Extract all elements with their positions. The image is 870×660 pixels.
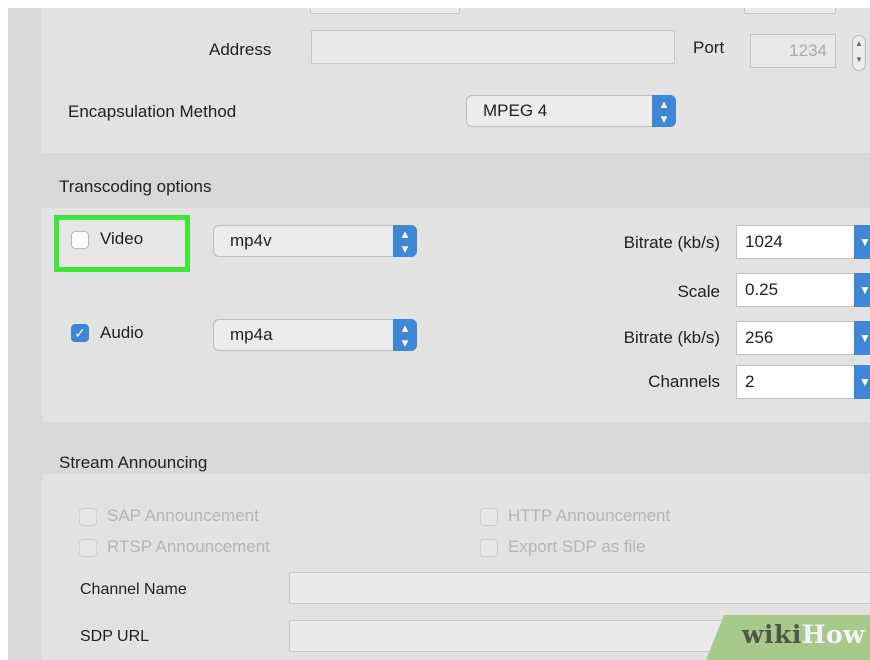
channels-label: Channels bbox=[648, 372, 720, 391]
port-input[interactable]: 1234 bbox=[750, 34, 836, 68]
encapsulation-select[interactable]: MPEG 4 ▴ ▾ bbox=[466, 95, 676, 127]
partial-field-right[interactable] bbox=[744, 8, 836, 14]
audio-bitrate-value: 256 bbox=[745, 328, 774, 347]
video-label: Video bbox=[100, 229, 144, 248]
address-label: Address bbox=[209, 40, 272, 59]
video-bitrate-value: 1024 bbox=[745, 232, 783, 251]
scale-value: 0.25 bbox=[745, 280, 779, 299]
scale-combo[interactable]: 0.25 ▼ bbox=[736, 273, 870, 307]
sap-label: SAP Announcement bbox=[107, 506, 259, 525]
select-arrows-icon: ▴ ▾ bbox=[652, 95, 676, 127]
audio-bitrate-label: Bitrate (kb/s) bbox=[623, 328, 720, 347]
port-label: Port bbox=[693, 38, 725, 57]
sap-checkbox[interactable] bbox=[79, 508, 97, 526]
select-arrows-icon: ▴ ▾ bbox=[393, 319, 417, 351]
channels-value: 2 bbox=[745, 372, 755, 391]
encapsulation-value: MPEG 4 bbox=[483, 101, 548, 120]
audio-label: Audio bbox=[100, 323, 144, 342]
transcoding-section-title: Transcoding options bbox=[59, 177, 212, 196]
scale-label: Scale bbox=[677, 282, 720, 301]
chevron-down-icon[interactable]: ▼ bbox=[854, 321, 870, 355]
audio-bitrate-combo[interactable]: 256 ▼ bbox=[736, 321, 870, 355]
channels-combo[interactable]: 2 ▼ bbox=[736, 365, 870, 399]
http-checkbox[interactable] bbox=[480, 508, 498, 526]
channel-name-input[interactable] bbox=[289, 572, 870, 604]
address-input[interactable] bbox=[311, 30, 675, 64]
sdp-file-label: Export SDP as file bbox=[508, 537, 646, 556]
stream-output-settings: Address Port 1234 ▲ ▼ Encapsulation Metho… bbox=[8, 8, 870, 660]
audio-checkbox[interactable]: ✓ bbox=[71, 324, 89, 342]
logo-wiki-text: wiki bbox=[742, 620, 802, 649]
video-bitrate-combo[interactable]: 1024 ▼ bbox=[736, 225, 870, 259]
partial-field[interactable] bbox=[310, 8, 460, 14]
chevron-down-icon[interactable]: ▼ bbox=[854, 365, 870, 399]
video-codec-value: mp4v bbox=[230, 231, 272, 250]
rtsp-label: RTSP Announcement bbox=[107, 537, 270, 556]
logo-how-text: How bbox=[801, 620, 866, 649]
stream-announcing-title: Stream Announcing bbox=[59, 453, 208, 472]
audio-codec-select[interactable]: mp4a ▴ ▾ bbox=[213, 319, 417, 351]
audio-codec-value: mp4a bbox=[230, 325, 273, 344]
select-arrows-icon: ▴ ▾ bbox=[393, 225, 417, 257]
port-stepper[interactable]: ▲ ▼ bbox=[852, 35, 866, 71]
chevron-down-icon[interactable]: ▼ bbox=[854, 225, 870, 259]
sdp-url-label: SDP URL bbox=[80, 628, 150, 645]
video-bitrate-label: Bitrate (kb/s) bbox=[623, 233, 720, 252]
wikihow-logo: wikiHow bbox=[742, 620, 865, 649]
encapsulation-label: Encapsulation Method bbox=[68, 102, 237, 121]
video-checkbox[interactable] bbox=[71, 231, 89, 249]
chevron-down-icon[interactable]: ▼ bbox=[854, 273, 870, 307]
channel-name-label: Channel Name bbox=[80, 581, 187, 598]
http-label: HTTP Announcement bbox=[508, 506, 671, 525]
sdp-file-checkbox[interactable] bbox=[480, 539, 498, 557]
checkmark-icon: ✓ bbox=[74, 325, 86, 341]
rtsp-checkbox[interactable] bbox=[79, 539, 97, 557]
video-codec-select[interactable]: mp4v ▴ ▾ bbox=[213, 225, 417, 257]
